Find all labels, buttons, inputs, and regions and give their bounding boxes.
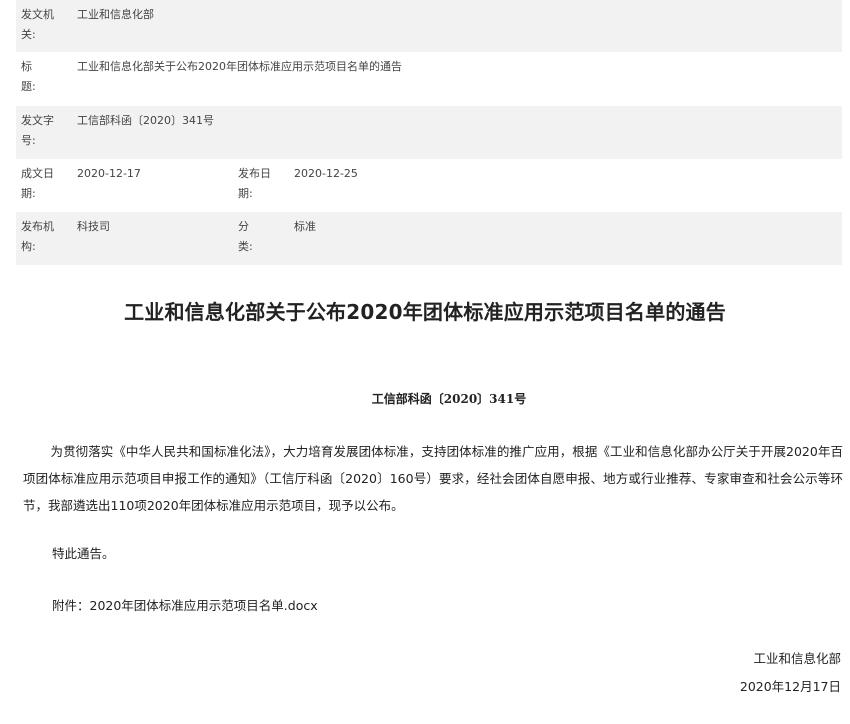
issuer-label: 发文机关: — [21, 8, 54, 41]
docno-value: 工信部科函〔2020〕341号 — [77, 114, 214, 127]
meta-row-issuer: 发文机关: 工业和信息化部 — [16, 0, 842, 52]
attachment-link[interactable]: 附件：2020年团体标准应用示范项目名单.docx — [52, 596, 318, 616]
metadata-table: 发文机关: 工业和信息化部 标 题: 工业和信息化部关于公布2020年团体标准应… — [16, 0, 842, 265]
docno-label: 发文字号: — [21, 114, 54, 147]
special-notice: 特此通告。 — [52, 546, 115, 561]
signature-organization: 工业和信息化部 — [753, 651, 841, 666]
title-value: 工业和信息化部关于公布2020年团体标准应用示范项目名单的通告 — [77, 60, 402, 73]
meta-row-docno: 发文字号: 工信部科函〔2020〕341号 — [16, 106, 842, 159]
publisher-value: 科技司 — [77, 220, 110, 233]
written-date-value: 2020-12-17 — [77, 167, 141, 180]
document-headline: 工业和信息化部关于公布2020年团体标准应用示范项目名单的通告 — [124, 300, 726, 324]
publisher-label: 发布机构: — [21, 220, 54, 253]
title-label: 标 题: — [21, 60, 54, 93]
meta-row-dates: 成文日期: 2020-12-17 发布日期: 2020-12-25 — [16, 159, 842, 212]
category-value: 标准 — [294, 220, 316, 233]
document-body: 为贯彻落实《中华人民共和国标准化法》，大力培育发展团体标准，支持团体标准的推广应… — [23, 444, 843, 513]
meta-row-publisher: 发布机构: 科技司 分 类: 标准 — [16, 212, 842, 265]
signature-date: 2020年12月17日 — [739, 679, 841, 694]
published-date-label: 发布日期: — [238, 167, 271, 200]
document-number: 工信部科函〔2020〕341号 — [371, 392, 527, 406]
written-date-label: 成文日期: — [21, 167, 54, 200]
issuer-value: 工业和信息化部 — [77, 8, 154, 21]
category-label: 分 类: — [238, 220, 271, 253]
meta-row-title: 标 题: 工业和信息化部关于公布2020年团体标准应用示范项目名单的通告 — [16, 52, 842, 106]
published-date-value: 2020-12-25 — [294, 167, 358, 180]
